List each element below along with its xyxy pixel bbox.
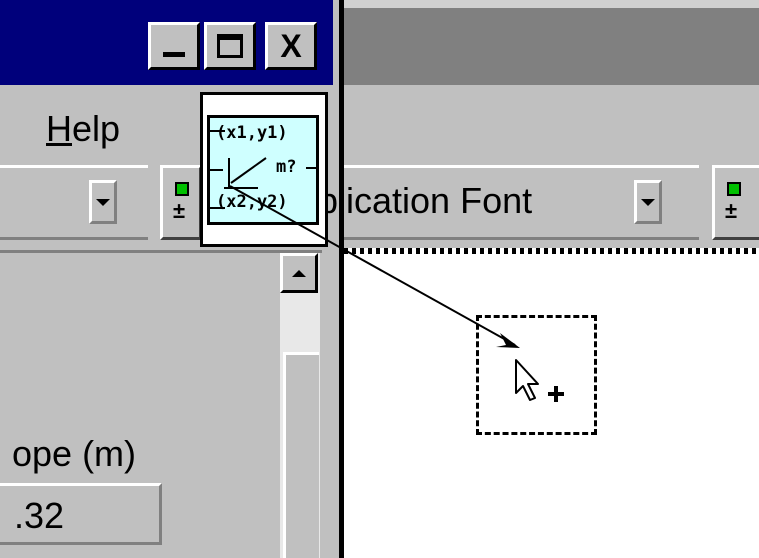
drag-overlay — [209, 130, 564, 402]
vi-icon-glyph — [209, 130, 318, 209]
drag-path-arrowhead — [496, 333, 520, 348]
drag-path-line — [229, 185, 516, 346]
copy-cursor-icon — [515, 359, 564, 402]
